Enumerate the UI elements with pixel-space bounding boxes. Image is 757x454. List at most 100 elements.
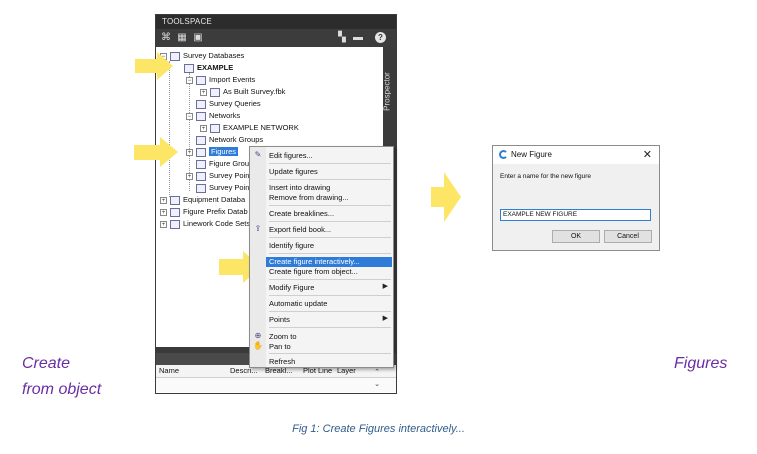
- menu-item-remove-from-drawing[interactable]: Remove from drawing...: [269, 192, 349, 203]
- menu-item-export-field-book[interactable]: Export field book...: [269, 224, 331, 235]
- dialog-prompt: Enter a name for the new figure: [500, 173, 592, 180]
- toolspace-title: TOOLSPACE: [156, 15, 396, 29]
- expand-icon[interactable]: +: [186, 172, 193, 180]
- network-groups-icon: [196, 135, 206, 145]
- toolspace-toolbar: ⌘ ▦ ▣ ▚ ▬ ?: [156, 29, 396, 47]
- figure-caption: Fig 1: Create Figures interactively...: [292, 423, 465, 435]
- import-event-icon: [210, 87, 220, 97]
- expand-icon[interactable]: +: [160, 196, 167, 204]
- cancel-button[interactable]: Cancel: [604, 230, 652, 243]
- menu-separator: [269, 163, 391, 164]
- tree-item-survey-queries[interactable]: Survey Queries: [196, 98, 261, 110]
- menu-separator: [269, 221, 391, 222]
- left-caption-line1: Create: [22, 355, 71, 372]
- arrow-shaft: [135, 59, 158, 73]
- tree-item-import-events[interactable]: − Import Events: [186, 74, 255, 86]
- menu-item-create-breaklines[interactable]: Create breaklines...: [269, 208, 334, 219]
- arrow-head: [444, 172, 461, 222]
- tree-item-network-groups[interactable]: Network Groups: [196, 134, 263, 146]
- tree-item-figures[interactable]: + Figures: [186, 146, 239, 158]
- new-figure-dialog: New Figure ✕ Enter a name for the new fi…: [492, 145, 660, 251]
- figure-groups-icon: [196, 159, 206, 169]
- tree-view-icon[interactable]: ▚: [336, 32, 348, 44]
- figure-name-input[interactable]: EXAMPLE NEW FIGURE: [500, 209, 651, 221]
- dialog-title: New Figure: [511, 150, 552, 159]
- tree-item-example-network[interactable]: + EXAMPLE NETWORK: [200, 122, 299, 134]
- help-icon[interactable]: ?: [375, 32, 386, 43]
- collapse-icon[interactable]: −: [186, 112, 193, 120]
- tree-guide-line: [169, 61, 170, 197]
- menu-item-create-figure-from-object[interactable]: Create figure from object...: [269, 266, 358, 277]
- tree-item-survey-points[interactable]: + Survey Poin: [186, 170, 249, 182]
- menu-separator: [269, 205, 391, 206]
- expand-icon[interactable]: +: [186, 148, 193, 156]
- query-icon: [196, 99, 206, 109]
- submenu-arrow-icon: ▶: [382, 315, 388, 322]
- pointer-arrow-figures: [134, 137, 178, 167]
- figures-icon: [196, 147, 206, 157]
- menu-separator: [269, 295, 391, 296]
- menu-item-automatic-update[interactable]: Automatic update: [269, 298, 327, 309]
- expand-icon[interactable]: +: [160, 220, 167, 228]
- tree-item-linework-code-sets[interactable]: + Linework Code Sets: [160, 218, 250, 230]
- expand-icon[interactable]: +: [160, 208, 167, 216]
- linework-icon: [170, 219, 180, 229]
- pointer-arrow-dialog: [431, 172, 461, 222]
- table-row[interactable]: [156, 378, 396, 392]
- edit-figures-icon: ✎: [254, 150, 262, 159]
- menu-item-identify-figure[interactable]: Identify figure: [269, 240, 314, 251]
- survey-database-icon: [184, 63, 194, 73]
- networks-icon: [196, 111, 206, 121]
- figures-context-menu: ✎ Edit figures... Update figures Insert …: [249, 146, 394, 368]
- grid-icon[interactable]: ▦: [176, 32, 188, 44]
- scroll-arrows[interactable]: ⌃ ⌄: [372, 367, 382, 393]
- left-caption-line2: from object: [22, 381, 102, 398]
- survey-point-groups-icon: [196, 183, 206, 193]
- list-view-icon[interactable]: ▬: [352, 32, 364, 44]
- menu-separator: [269, 237, 391, 238]
- arrow-shaft: [431, 187, 445, 207]
- tree-item-figure-groups[interactable]: Figure Grou: [196, 158, 249, 170]
- menu-item-edit-figures[interactable]: Edit figures...: [269, 150, 313, 161]
- civil3d-app-icon: [499, 150, 508, 159]
- column-name[interactable]: Name: [159, 365, 179, 377]
- arrow-shaft: [134, 144, 161, 160]
- dialog-titlebar: New Figure ✕: [493, 146, 659, 164]
- menu-item-pan-to[interactable]: Pan to: [269, 341, 291, 352]
- pan-hand-icon: ✋: [253, 341, 263, 350]
- left-caption: Create from object: [22, 351, 101, 403]
- arrow-shaft: [219, 259, 245, 275]
- network-icon: [210, 123, 220, 133]
- zoom-icon: ⊕: [254, 331, 262, 340]
- menu-separator: [269, 179, 391, 180]
- tree-item-survey-point-groups[interactable]: Survey Poin: [196, 182, 249, 194]
- tree-item-as-built-survey[interactable]: + As Built Survey.fbk: [200, 86, 285, 98]
- menu-item-modify-figure[interactable]: Modify Figure: [269, 282, 314, 293]
- layout-icon[interactable]: ▣: [192, 32, 204, 44]
- import-events-icon: [196, 75, 206, 85]
- menu-separator: [269, 327, 391, 328]
- menu-item-update-figures[interactable]: Update figures: [269, 166, 318, 177]
- arrow-head: [157, 52, 173, 80]
- expand-icon[interactable]: +: [200, 124, 207, 132]
- menu-item-points[interactable]: Points: [269, 314, 290, 325]
- ok-button[interactable]: OK: [552, 230, 600, 243]
- close-icon[interactable]: ✕: [643, 146, 652, 164]
- equipment-icon: [170, 195, 180, 205]
- menu-separator: [269, 353, 391, 354]
- arrow-head: [160, 137, 178, 167]
- figure-prefix-icon: [170, 207, 180, 217]
- tree-item-equipment-databases[interactable]: + Equipment Databa: [160, 194, 245, 206]
- tree-item-example[interactable]: EXAMPLE: [184, 62, 233, 74]
- export-field-book-icon: ⇪: [254, 224, 262, 233]
- tree-item-figure-prefix-databases[interactable]: + Figure Prefix Datab: [160, 206, 248, 218]
- pointer-arrow-example: [135, 52, 173, 80]
- menu-item-refresh[interactable]: Refresh: [269, 356, 295, 367]
- tree-item-networks[interactable]: − Networks: [186, 110, 240, 122]
- survey-points-icon: [196, 171, 206, 181]
- expand-icon[interactable]: +: [200, 88, 207, 96]
- prospector-icon[interactable]: ⌘: [160, 32, 172, 44]
- menu-separator: [269, 279, 391, 280]
- right-caption: Figures: [674, 355, 728, 372]
- collapse-icon[interactable]: −: [186, 76, 193, 84]
